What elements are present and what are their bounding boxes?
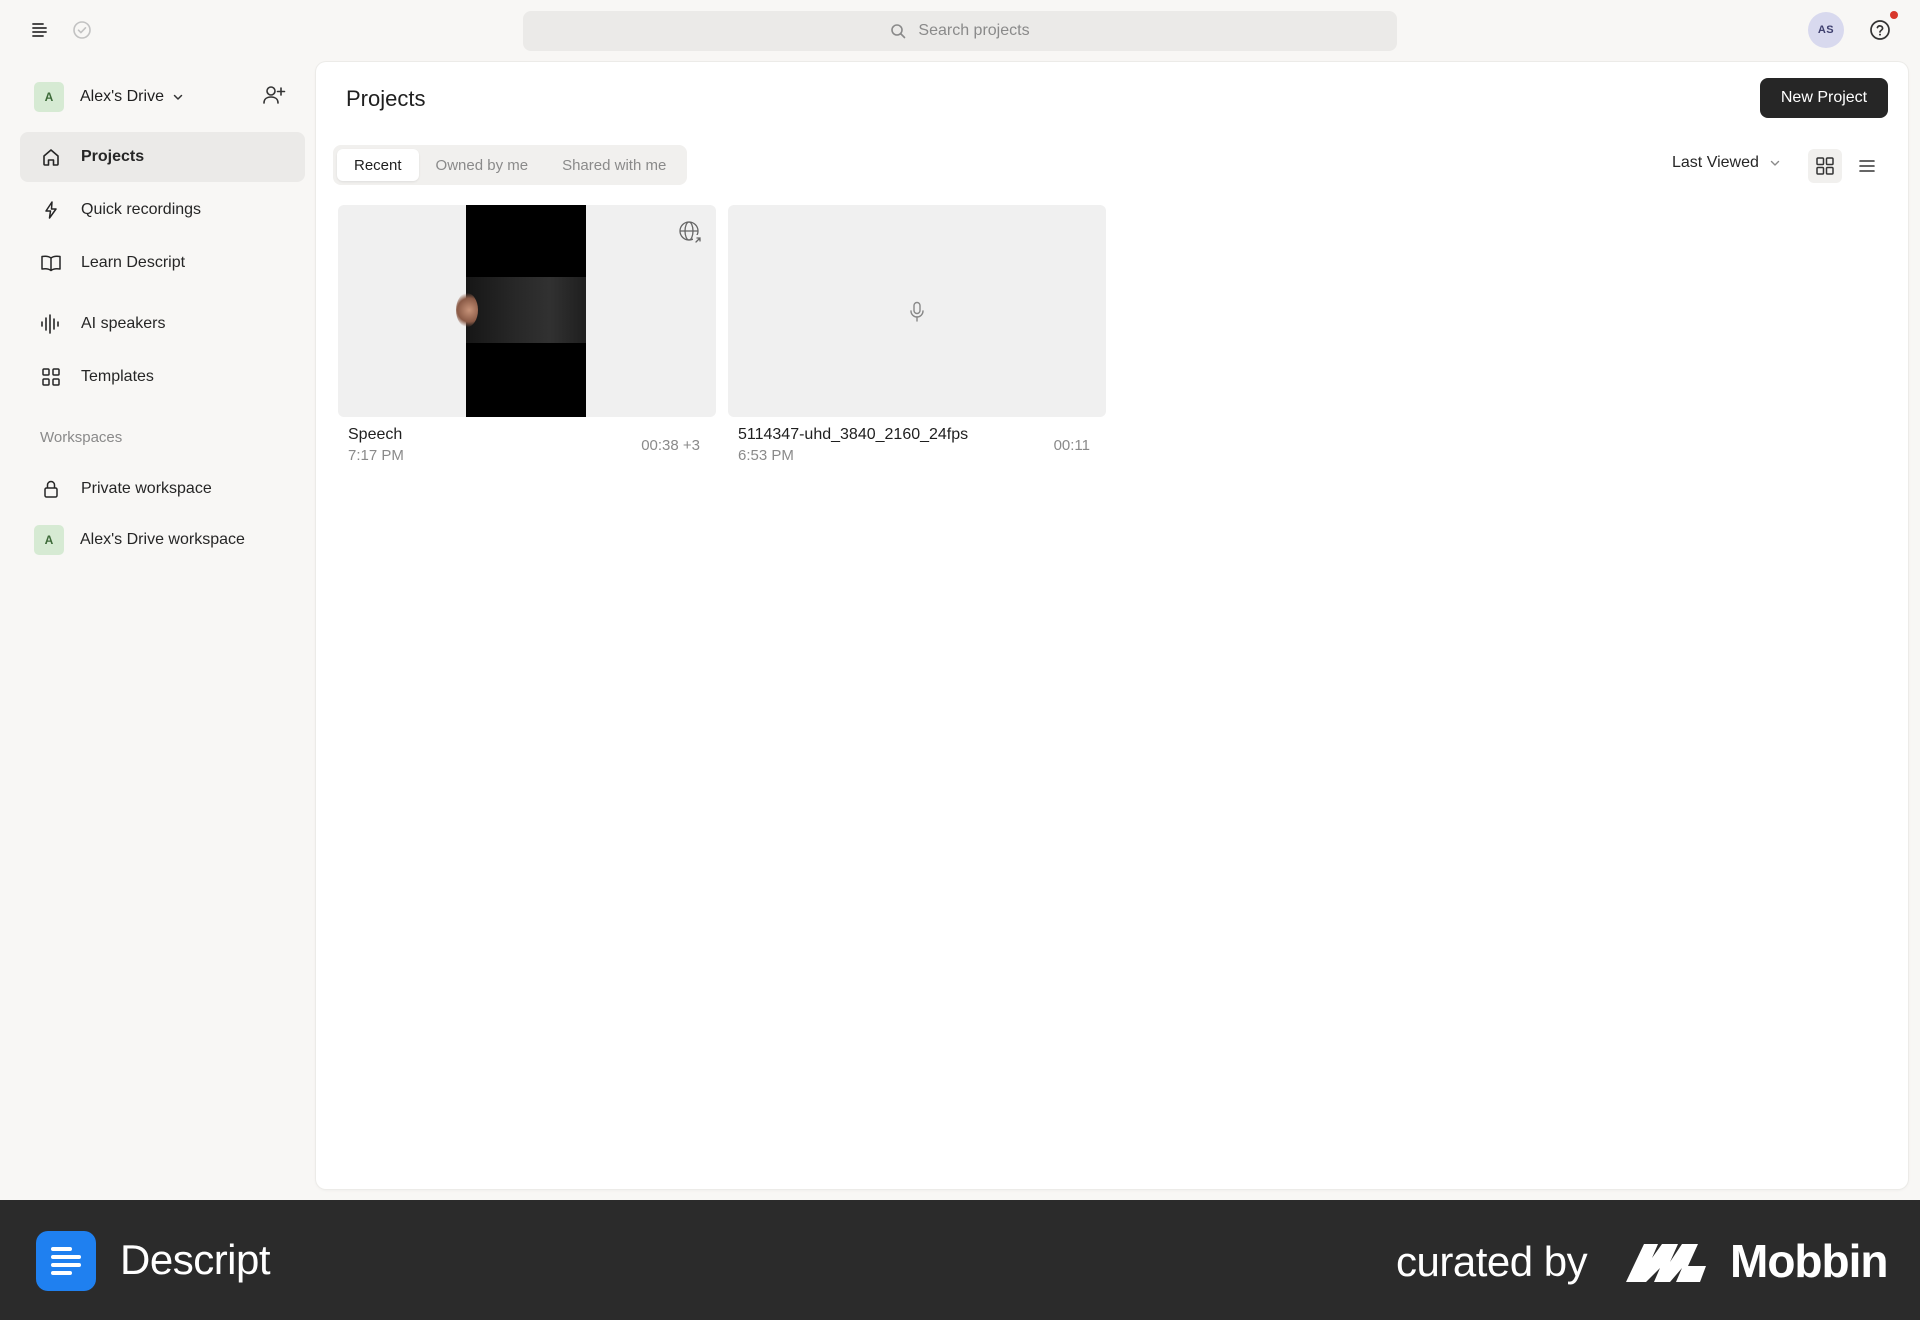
- project-card-uhd-video[interactable]: 5114347-uhd_3840_2160_24fps 6:53 PM 00:1…: [728, 205, 1106, 473]
- notification-dot: [1890, 11, 1898, 19]
- sidebar-item-drive-workspace[interactable]: A Alex's Drive workspace: [20, 515, 305, 565]
- drive-name: Alex's Drive: [80, 88, 164, 105]
- project-thumbnail: [728, 205, 1106, 417]
- sidebar-item-label: AI speakers: [81, 315, 166, 332]
- sidebar-item-projects[interactable]: Projects: [20, 132, 305, 182]
- main-panel: Projects New Project Recent Owned by me …: [316, 62, 1908, 1189]
- list-view-button[interactable]: [1850, 149, 1884, 183]
- brand-name: Descript: [120, 1236, 271, 1283]
- project-thumbnail: [338, 205, 716, 417]
- sidebar-item-templates[interactable]: Templates: [20, 352, 305, 402]
- tab-shared-with-me[interactable]: Shared with me: [545, 149, 683, 181]
- sidebar-item-label: Private workspace: [81, 480, 212, 497]
- sidebar-item-label: Learn Descript: [81, 254, 186, 271]
- waveform-icon: [40, 313, 62, 335]
- sidebar-item-label: Projects: [81, 148, 145, 165]
- sidebar-item-quick-recordings[interactable]: Quick recordings: [20, 185, 305, 235]
- curated-by-label: curated by: [1396, 1238, 1588, 1285]
- home-icon: [40, 146, 62, 168]
- sidebar-item-label: Templates: [81, 368, 154, 385]
- project-name: 5114347-uhd_3840_2160_24fps: [738, 426, 969, 443]
- grid-icon: [40, 366, 62, 388]
- sync-status-icon: [70, 18, 94, 42]
- help-icon[interactable]: [1868, 18, 1892, 42]
- project-duration: 00:11: [1053, 437, 1090, 454]
- published-globe-icon: [678, 220, 704, 246]
- project-name: Speech: [348, 426, 403, 443]
- tab-owned-by-me[interactable]: Owned by me: [419, 149, 546, 181]
- sidebar-item-label: Alex's Drive workspace: [80, 531, 245, 548]
- workspaces-heading: Workspaces: [40, 429, 123, 446]
- sidebar-item-private-workspace[interactable]: Private workspace: [20, 464, 305, 514]
- sort-dropdown[interactable]: Last Viewed: [1672, 154, 1781, 172]
- sidebar-item-label: Quick recordings: [81, 201, 202, 218]
- chevron-down-icon: [1769, 157, 1781, 169]
- footer-banner: Descript curated by Mobbin: [0, 1200, 1920, 1320]
- lock-icon: [40, 478, 62, 500]
- invite-user-icon[interactable]: [262, 84, 286, 106]
- project-duration: 00:38 +3: [641, 437, 700, 454]
- grid-view-button[interactable]: [1808, 149, 1842, 183]
- book-icon: [40, 252, 62, 274]
- sidebar-item-learn-descript[interactable]: Learn Descript: [20, 238, 305, 288]
- project-time: 7:17 PM: [348, 447, 404, 464]
- user-avatar[interactable]: AS: [1808, 12, 1844, 48]
- mobbin-name: Mobbin: [1730, 1235, 1888, 1287]
- page-title: Projects: [346, 86, 426, 111]
- new-project-button[interactable]: New Project: [1760, 78, 1888, 118]
- chevron-down-icon: [172, 91, 184, 103]
- tab-recent[interactable]: Recent: [337, 149, 419, 181]
- list-view-icon: [1858, 158, 1876, 174]
- grid-view-icon: [1815, 156, 1835, 176]
- search-icon: [890, 23, 906, 39]
- filter-tabs: Recent Owned by me Shared with me: [333, 145, 688, 185]
- project-card-speech[interactable]: Speech 7:17 PM 00:38 +3: [338, 205, 716, 473]
- top-bar: Search projects AS: [0, 0, 1920, 60]
- lightning-icon: [40, 199, 62, 221]
- sort-label: Last Viewed: [1672, 154, 1759, 171]
- video-thumbnail: [456, 205, 586, 417]
- descript-logo-icon: [36, 1231, 96, 1291]
- project-time: 6:53 PM: [738, 447, 794, 464]
- drive-avatar: A: [34, 82, 64, 112]
- sidebar-item-ai-speakers[interactable]: AI speakers: [20, 299, 305, 349]
- search-placeholder: Search projects: [918, 22, 1030, 39]
- search-input[interactable]: Search projects: [523, 11, 1397, 51]
- mobbin-logo-icon: [1626, 1240, 1716, 1282]
- sidebar-toggle-icon[interactable]: [28, 18, 52, 42]
- drive-switcher[interactable]: A Alex's Drive: [34, 81, 184, 113]
- microphone-icon: [908, 301, 926, 323]
- workspace-avatar: A: [34, 525, 64, 555]
- sidebar: A Alex's Drive Projects Quick recordings…: [0, 60, 312, 1200]
